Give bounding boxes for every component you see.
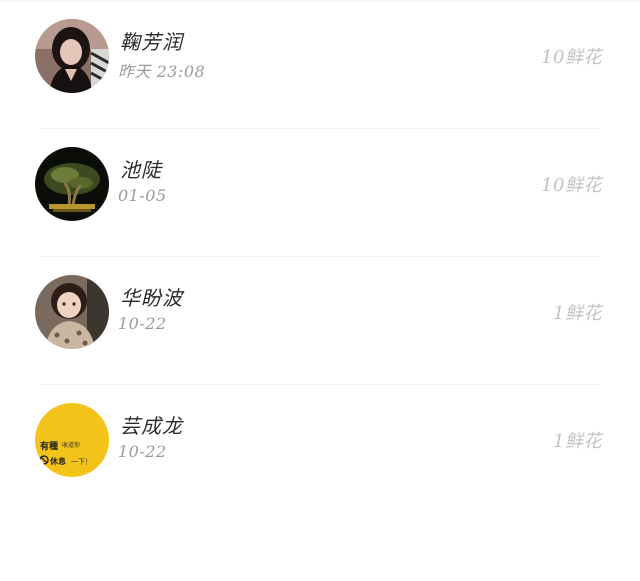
contact-name: 鞠芳润 — [120, 30, 183, 54]
flower-count: 1鲜花 — [553, 303, 602, 324]
list-item[interactable]: 有種 收道你 休息 一下！ 芸成龙 10-22 1鲜花 — [0, 384, 640, 512]
last-seen-time: 10-22 — [118, 442, 167, 461]
last-seen-time: 昨天 23:08 — [118, 62, 206, 81]
avatar[interactable]: 有種 收道你 休息 一下！ — [35, 403, 109, 477]
list-item[interactable]: 池陡 01-05 10鲜花 — [0, 128, 640, 256]
avatar-text: 有種 — [40, 442, 59, 452]
last-seen-time: 01-05 — [118, 186, 167, 205]
flower-count: 1鲜花 — [553, 431, 602, 452]
last-seen-time: 10-22 — [118, 314, 167, 333]
no-symbol-icon — [39, 455, 49, 465]
contact-name: 池陡 — [120, 158, 162, 182]
avatar[interactable] — [35, 19, 109, 93]
flower-count: 10鲜花 — [541, 175, 602, 196]
list-item[interactable]: 鞠芳润 昨天 23:08 10鲜花 — [0, 0, 640, 128]
avatar[interactable] — [35, 147, 109, 221]
avatar[interactable] — [35, 275, 109, 349]
avatar-text: 休息 — [50, 457, 66, 466]
avatar-text: 一下！ — [71, 458, 92, 466]
contact-name: 芸成龙 — [120, 414, 183, 438]
contact-name: 华盼波 — [120, 286, 183, 310]
avatar-text: 收道你 — [62, 442, 81, 449]
contact-list: 鞠芳润 昨天 23:08 10鲜花 池陡 01-05 10鲜花 华盼波 10-2… — [0, 0, 640, 581]
list-item[interactable]: 华盼波 10-22 1鲜花 — [0, 256, 640, 384]
flower-count: 10鲜花 — [541, 47, 602, 68]
